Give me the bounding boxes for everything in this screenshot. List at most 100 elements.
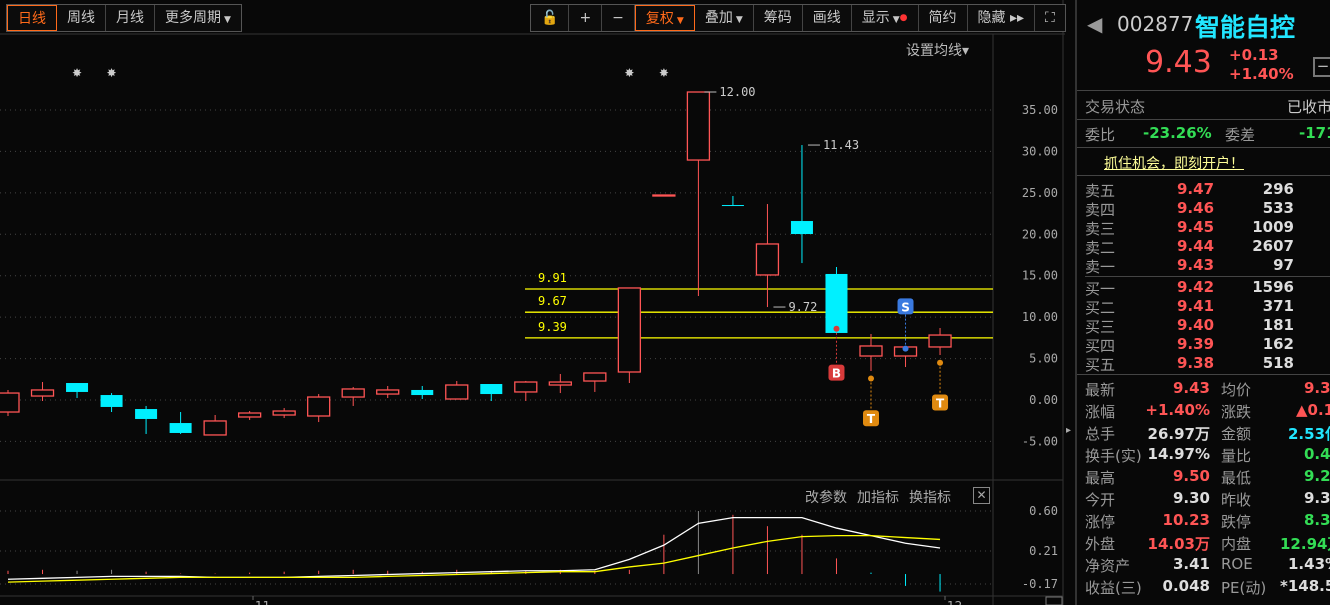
ask-price: 9.46	[1177, 199, 1215, 217]
toolbar-button-2[interactable]: −	[602, 5, 635, 31]
stat-value: 10.23	[1162, 511, 1210, 529]
candle-body	[755, 243, 780, 276]
wb-label: 委比	[1085, 126, 1116, 144]
toolbar-button-10[interactable]: ⛶	[1035, 5, 1065, 31]
signal-dot	[902, 345, 909, 352]
toolbar-button-2[interactable]: 月线	[106, 5, 155, 31]
toolbar-button-8[interactable]: 简约	[919, 5, 968, 31]
bid-level-label: 买四	[1085, 337, 1116, 355]
candle-body	[411, 389, 434, 396]
stat-value: ▲0.1	[1296, 401, 1330, 419]
toolbar-button-9[interactable]: 隐藏 ▸▸	[968, 5, 1036, 31]
toolbar-button-5[interactable]: 筹码	[754, 5, 803, 31]
bid-level-label: 买三	[1085, 318, 1116, 336]
ask-price: 9.45	[1177, 218, 1215, 236]
toolbar-label: 筹码	[763, 10, 792, 26]
ma-settings-button[interactable]: 设置均线▾	[906, 40, 969, 60]
stat-label: 今开	[1085, 491, 1116, 509]
candle	[135, 405, 158, 434]
candle	[480, 384, 503, 401]
candle	[755, 204, 780, 308]
candle-body	[445, 384, 469, 400]
stock-name: 智能自控	[1195, 13, 1296, 42]
y-tick-label: 25.00	[1022, 186, 1058, 200]
bid-price: 9.39	[1177, 335, 1215, 353]
chip-line-label: 9.39	[538, 320, 567, 334]
stat-value: *148.5	[1280, 577, 1330, 595]
close-indicator-button[interactable]: ✕	[973, 487, 990, 504]
toolbar-button-7[interactable]: 显示 ▼●	[852, 5, 919, 31]
candle-body	[237, 412, 262, 418]
minimize-button[interactable]: −	[1313, 57, 1330, 77]
price-change-pct: +1.40%	[1229, 65, 1294, 83]
candle-body	[548, 381, 572, 386]
candle	[169, 412, 192, 434]
stat-value: 9.3	[1304, 489, 1330, 507]
toolbar-button-3[interactable]: 复权 ▼	[634, 5, 695, 31]
candle	[30, 382, 55, 401]
bid-level-label: 买二	[1085, 299, 1116, 317]
stat-label: ROE	[1221, 555, 1253, 573]
stat-label: PE(动)	[1221, 579, 1267, 597]
stat-value: +1.40%	[1145, 401, 1210, 419]
indicator-button-0[interactable]: 改参数	[805, 487, 847, 507]
stat-label: 跌停	[1221, 513, 1252, 531]
signal-dot	[833, 325, 840, 332]
stat-value: 1.43%	[1288, 555, 1330, 573]
bid-price: 9.38	[1177, 354, 1215, 372]
stat-label: 涨幅	[1085, 403, 1116, 421]
toolbar-button-1[interactable]: +	[569, 5, 603, 31]
candle	[583, 372, 607, 392]
bid-level-label: 买五	[1085, 356, 1116, 374]
y-tick-label: 20.00	[1022, 227, 1058, 241]
stat-label: 内盘	[1221, 535, 1252, 553]
x-tick-label: 11	[255, 599, 270, 605]
indicator-button-2[interactable]: 换指标	[909, 487, 951, 507]
event-star-icon: ✸	[659, 66, 669, 80]
stat-label: 量比	[1221, 447, 1252, 465]
toolbar-button-1[interactable]: 周线	[57, 5, 106, 31]
collapse-panel-handle[interactable]: ▸	[1066, 425, 1074, 445]
toolbar-label: 日线	[18, 11, 46, 27]
indicator-button-1[interactable]: 加指标	[857, 487, 899, 507]
notification-dot-icon: ●	[899, 13, 908, 23]
toolbar-button-6[interactable]: 画线	[803, 5, 852, 31]
signal-letter: T	[867, 412, 876, 426]
open-account-link[interactable]: 抓住机会，即刻开户！	[1104, 153, 1244, 173]
candle-body	[480, 384, 503, 395]
toolbar-button-0[interactable]: 🔓	[531, 5, 570, 31]
indicator-line-yellow	[7, 534, 941, 583]
ask-level-label: 卖一	[1085, 258, 1116, 276]
stat-label: 涨跌	[1221, 403, 1252, 421]
chevron-down-icon: ▼	[676, 16, 684, 26]
ask-price: 9.47	[1177, 180, 1215, 198]
lock-open-icon: 🔓	[541, 10, 559, 26]
candle-body	[341, 388, 365, 398]
prev-stock-icon[interactable]: ◀	[1087, 12, 1102, 36]
toolbar-button-0[interactable]: 日线	[7, 5, 57, 31]
candle-body	[617, 287, 642, 373]
bid-volume: 518	[1262, 354, 1294, 372]
candle-body	[721, 205, 744, 207]
toolbar-button-4[interactable]: 叠加 ▼	[695, 5, 754, 31]
indicator-buttons: 改参数 加指标 换指标	[805, 487, 951, 507]
candle-body	[928, 334, 952, 348]
stat-label: 收益(三)	[1085, 579, 1142, 597]
toolbar-label: 周线	[67, 10, 95, 26]
y-tick-label: 5.00	[1029, 352, 1058, 366]
candle-body	[169, 423, 192, 433]
ask-level-label: 卖五	[1085, 182, 1116, 200]
chip-line-label: 9.67	[538, 294, 567, 308]
candle-body	[583, 372, 607, 382]
kline-chart[interactable]: 35.00 30.00 25.00 20.00 15.00 10.00 5.00 0.00 -5…	[0, 0, 1070, 605]
scroll-right-button[interactable]	[1045, 596, 1063, 605]
candle	[825, 267, 848, 333]
toolbar-button-3[interactable]: 更多周期 ▼	[155, 5, 241, 31]
candle	[859, 333, 883, 371]
toolbar-label: 显示	[861, 10, 890, 26]
stat-value: 9.2	[1304, 467, 1330, 485]
candle-body	[203, 420, 227, 436]
candle-body	[272, 410, 296, 416]
candle	[686, 91, 711, 297]
chevron-down-icon: ▼	[224, 15, 231, 25]
